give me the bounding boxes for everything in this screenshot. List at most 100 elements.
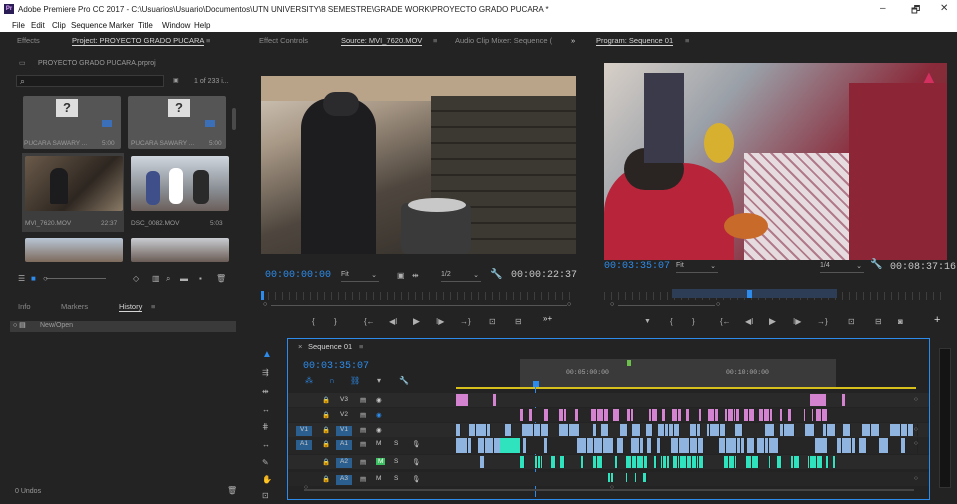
zoom-slider[interactable] — [46, 278, 106, 279]
pen-tool-icon[interactable]: ✎ — [262, 458, 269, 467]
video-clip-v2[interactable] — [821, 409, 828, 421]
thumbnail-partial[interactable] — [25, 238, 123, 262]
audio-clip-a2[interactable] — [768, 456, 772, 468]
tab-effects[interactable]: Effects — [17, 36, 40, 45]
audio-clip-a2[interactable] — [644, 456, 649, 468]
video-clip-v1[interactable] — [765, 424, 776, 436]
settings-wrench-icon[interactable]: 🔧 — [490, 270, 502, 280]
track-target-v2[interactable]: V2 — [336, 411, 352, 421]
video-clip-v2[interactable] — [574, 409, 580, 421]
find-icon[interactable]: ⌕ — [166, 274, 170, 283]
sync-lock-icon[interactable]: ▤ — [360, 458, 366, 466]
lock-icon[interactable]: 🔒 — [322, 426, 330, 434]
overwrite-button[interactable]: ⊟ — [515, 317, 522, 326]
audio-clip-a1[interactable] — [543, 438, 549, 453]
list-view-icon[interactable]: ☰ — [18, 274, 25, 283]
video-clip-v1[interactable] — [475, 424, 487, 436]
export-frame-camera-icon[interactable]: ◙ — [898, 317, 903, 326]
play-button[interactable]: ▶ — [413, 317, 420, 326]
button-editor-icon[interactable]: »+ — [543, 314, 552, 323]
audio-clip-a1[interactable] — [756, 438, 766, 453]
video-clip-v1[interactable] — [505, 424, 513, 436]
video-clip-v1[interactable] — [689, 424, 697, 436]
sort-icon[interactable]: ◇ — [133, 274, 139, 283]
audio-clip-a2[interactable] — [794, 456, 800, 468]
audio-clip-a2[interactable] — [680, 456, 688, 468]
rate-stretch-tool-icon[interactable]: ↔ — [262, 405, 270, 414]
audio-clip-a1[interactable] — [697, 438, 704, 453]
add-marker-icon[interactable]: ▾ — [377, 376, 381, 385]
voice-over-mic-icon[interactable]: 🎙 — [412, 475, 420, 483]
go-to-in-button[interactable]: {← — [364, 317, 375, 326]
video-clip-v1[interactable] — [805, 424, 816, 436]
solo-button[interactable]: S — [394, 475, 398, 482]
menu-edit[interactable]: Edit — [31, 21, 45, 30]
video-clip-v3[interactable] — [842, 394, 845, 406]
zoom-left-handle[interactable]: ○ — [263, 301, 267, 308]
sync-lock-icon[interactable]: ▤ — [360, 411, 366, 419]
audio-clip-a1[interactable] — [656, 438, 662, 453]
voice-over-mic-icon[interactable]: 🎙 — [412, 458, 420, 466]
automate-icon[interactable]: ▥ — [152, 274, 160, 283]
video-clip-v2[interactable] — [787, 409, 793, 421]
audio-clip-a1[interactable] — [740, 438, 745, 453]
track-target-a3[interactable]: A3 — [336, 475, 352, 485]
menu-window[interactable]: Window — [162, 21, 190, 30]
audio-clip-a2[interactable] — [596, 456, 604, 468]
add-marker-button[interactable]: ▼ — [644, 317, 651, 326]
audio-clip-a3[interactable] — [610, 473, 615, 482]
linked-selection-icon[interactable]: ⛓ — [350, 376, 360, 385]
audio-clip-a2[interactable] — [816, 456, 823, 468]
video-clip-v1[interactable] — [592, 424, 597, 436]
audio-clip-a1[interactable] — [679, 438, 690, 453]
zoom-slider-handle[interactable]: ○ — [43, 274, 48, 283]
delete-history-icon[interactable]: 🗑 — [227, 486, 237, 495]
video-clip-v1[interactable] — [696, 424, 701, 436]
tab-source[interactable]: Source: MVI_7620.MOV — [341, 36, 423, 46]
video-clip-v1[interactable] — [709, 424, 721, 436]
video-clip-v2[interactable] — [748, 409, 756, 421]
voice-over-mic-icon[interactable]: 🎙 — [412, 440, 420, 448]
audio-clip-a1[interactable] — [484, 438, 494, 453]
new-bin-icon[interactable]: ▬ — [180, 274, 188, 283]
video-clip-v1[interactable] — [620, 424, 628, 436]
audio-clip-a1[interactable] — [576, 438, 587, 453]
audio-clip-a2[interactable] — [540, 456, 543, 468]
track-scroll-handle[interactable]: ○ — [914, 475, 918, 482]
maximize-button[interactable]: 🗗 — [911, 3, 920, 20]
timeline-playhead-handle[interactable] — [533, 381, 539, 387]
toggle-output-eye-icon[interactable]: ◉ — [376, 411, 382, 419]
program-panel-menu-icon[interactable]: ≡ — [685, 36, 689, 45]
video-clip-v1[interactable] — [558, 424, 569, 436]
audio-clip-a1[interactable] — [851, 438, 856, 453]
audio-clip-a1[interactable] — [603, 438, 614, 453]
trash-icon[interactable]: 🗑 — [216, 274, 226, 283]
tab-effect-controls[interactable]: Effect Controls — [259, 36, 308, 45]
video-clip-v2[interactable] — [685, 409, 690, 421]
lock-icon[interactable]: 🔒 — [322, 458, 330, 466]
scroll-right-handle[interactable]: ○ — [610, 484, 614, 491]
lock-icon[interactable]: 🔒 — [322, 475, 330, 483]
more-tabs-icon[interactable]: » — [571, 36, 575, 45]
close-button[interactable]: ✕ — [940, 3, 948, 14]
play-button[interactable]: ▶ — [769, 317, 776, 326]
add-button-plus-icon[interactable]: + — [934, 315, 940, 326]
settings-wrench-icon[interactable]: 🔧 — [870, 260, 882, 270]
audio-clip-a2[interactable] — [559, 456, 566, 468]
video-clip-v1[interactable] — [456, 424, 461, 436]
audio-clip-a1[interactable] — [815, 438, 828, 453]
tab-markers[interactable]: Markers — [61, 302, 88, 311]
menu-title[interactable]: Title — [138, 21, 153, 30]
audio-clip-a1[interactable] — [617, 438, 624, 453]
audio-clip-a1[interactable] — [879, 438, 890, 453]
video-clip-v1[interactable] — [541, 424, 550, 436]
source-time-ruler[interactable] — [261, 292, 576, 300]
video-clip-v2[interactable] — [612, 409, 620, 421]
audio-clip-a1[interactable] — [467, 438, 472, 453]
audio-clip-a1[interactable] — [586, 438, 594, 453]
video-clip-v1[interactable] — [827, 424, 836, 436]
video-clip-v3[interactable] — [456, 394, 468, 406]
track-target-v3[interactable]: V3 — [336, 396, 352, 406]
toggle-output-eye-icon[interactable]: ◉ — [376, 426, 382, 434]
video-clip-v1[interactable] — [600, 424, 609, 436]
